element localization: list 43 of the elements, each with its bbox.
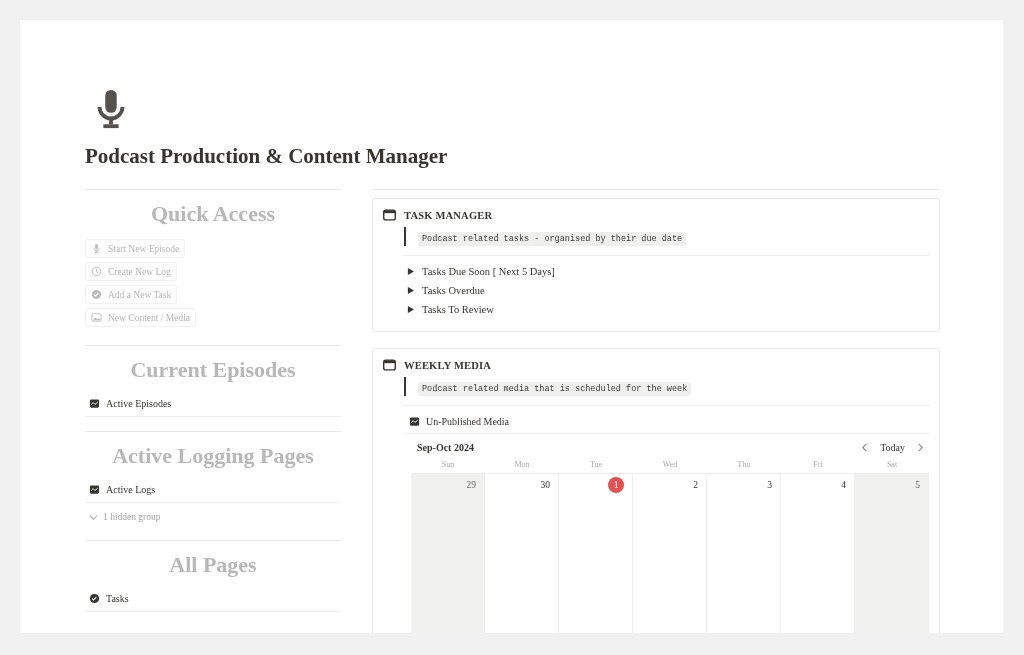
chart-icon	[89, 484, 100, 495]
view-tab[interactable]: Un-Published Media	[426, 416, 510, 427]
page-link[interactable]: Active Logs	[106, 484, 156, 495]
description-text: Podcast related tasks - organised by their due date	[418, 232, 687, 246]
page-link[interactable]: Tasks	[106, 593, 129, 604]
section-heading: Quick Access	[149, 201, 277, 227]
day-number: 3	[767, 479, 772, 492]
chart-icon	[409, 416, 420, 427]
page-link[interactable]: Active Episodes	[106, 398, 172, 409]
section-heading: Active Logging Pages	[111, 443, 315, 469]
calendar-day[interactable]: 29	[411, 474, 485, 633]
day-number: 30	[540, 479, 550, 492]
triangle-icon[interactable]	[407, 287, 414, 294]
calendar-day[interactable]: 5	[855, 474, 929, 633]
month-range: Sep-Oct 2024	[417, 442, 474, 453]
browser-window-icon	[383, 209, 396, 221]
toggle-label[interactable]: Tasks Overdue	[422, 285, 485, 296]
section-heading: Current Episodes	[129, 357, 297, 383]
section-heading: All Pages	[168, 552, 258, 578]
day-number: 1	[608, 477, 624, 493]
page-title: Podcast Production & Content Manager	[85, 144, 449, 169]
browser-window-icon	[383, 359, 396, 371]
toggle-label[interactable]: Tasks To Review	[422, 304, 494, 315]
chevron-down-icon	[89, 512, 98, 522]
triangle-icon[interactable]	[407, 268, 414, 275]
toggle-label[interactable]: Tasks Due Soon [ Next 5 Days]	[422, 266, 555, 277]
day-number: 2	[693, 479, 698, 492]
chart-icon	[89, 398, 100, 409]
chevron-right-icon[interactable]	[916, 443, 925, 452]
section-title: WEEKLY MEDIA	[404, 359, 492, 371]
image-icon	[91, 312, 102, 323]
day-number: 29	[466, 479, 476, 492]
today-button[interactable]: Today	[877, 440, 908, 455]
chevron-left-icon[interactable]	[860, 443, 870, 452]
day-number: 4	[841, 479, 846, 492]
description-text: Podcast related media that is scheduled for the week	[418, 382, 692, 396]
check-circle-icon	[89, 593, 100, 604]
triangle-icon[interactable]	[407, 306, 414, 313]
day-number: 5	[915, 479, 920, 492]
microphone-icon	[91, 243, 102, 254]
check-circle-icon	[91, 289, 102, 300]
clock-icon	[91, 266, 102, 277]
section-title: TASK MANAGER	[404, 209, 493, 221]
